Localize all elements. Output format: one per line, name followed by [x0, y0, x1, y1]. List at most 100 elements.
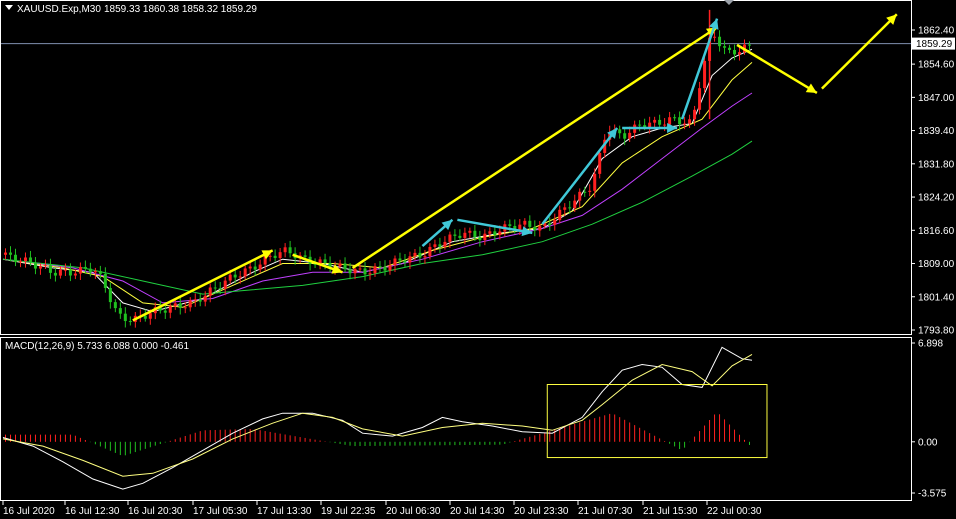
candle-body	[463, 232, 467, 238]
candle-body	[278, 252, 282, 258]
time-tick-label: 20 Jul 23:30	[514, 506, 569, 517]
candle-body	[578, 191, 582, 201]
candle-body	[393, 258, 397, 266]
candle-body	[538, 225, 542, 231]
candle-body	[188, 300, 192, 308]
candle-body	[8, 252, 12, 255]
candle-body	[13, 254, 17, 262]
macd-tick-label: -3.575	[918, 489, 947, 500]
candle-body	[423, 256, 427, 258]
main-plot-frame	[0, 0, 912, 335]
candle-body	[653, 119, 657, 123]
candle-body	[178, 303, 182, 309]
candle-body	[658, 119, 662, 125]
candle-body	[28, 257, 32, 263]
candle-body	[598, 152, 602, 174]
ohlc-readout: 1859.33 1860.38 1858.32 1859.29	[104, 4, 257, 15]
candle-body	[748, 44, 752, 46]
candle-body	[353, 268, 357, 274]
candle-body	[628, 132, 632, 139]
candle-body	[338, 263, 342, 267]
candle-body	[693, 109, 697, 120]
candle-body	[713, 36, 717, 38]
candle-body	[43, 265, 47, 267]
current-price-label: 1859.29	[916, 39, 953, 50]
candle-body	[548, 223, 552, 225]
candle-body	[78, 266, 82, 274]
candle-body	[483, 233, 487, 241]
trading-chart[interactable]: 1862.40 1854.60 1847.00 1839.40 1831.80 1824.…	[0, 0, 956, 519]
price-tick-label: 1862.40	[918, 26, 955, 37]
candle-body	[638, 124, 642, 126]
candle-body	[478, 237, 482, 241]
candle-body	[553, 219, 557, 225]
candle-body	[573, 200, 577, 209]
price-tick-label: 1793.80	[918, 326, 955, 337]
candle-body	[718, 36, 722, 47]
candle-body	[18, 261, 22, 263]
candle-body	[673, 117, 677, 119]
candle-body	[98, 271, 102, 274]
candle-body	[218, 288, 222, 290]
candle-body	[323, 259, 327, 263]
candle-body	[698, 88, 702, 110]
time-tick-label: 16 Jul 12:30	[65, 506, 120, 517]
candle-body	[48, 265, 52, 273]
candle-body	[168, 306, 172, 313]
symbol-label: XAUUSD.Exp,M30	[17, 4, 101, 15]
candle-body	[198, 299, 202, 302]
candle-body	[388, 265, 392, 271]
price-tick-label: 1809.00	[918, 259, 955, 270]
candle-body	[303, 255, 307, 257]
candle-body	[288, 247, 292, 254]
candle-body	[458, 235, 462, 238]
candle-body	[398, 258, 402, 261]
candle-body	[378, 266, 382, 268]
candle-body	[568, 207, 572, 209]
candle-body	[83, 266, 87, 269]
candle-body	[368, 273, 372, 275]
candle-body	[123, 313, 127, 322]
price-tick-label: 1839.40	[918, 126, 955, 137]
candle-body	[448, 234, 452, 242]
time-tick-label: 22 Jul 00:30	[707, 506, 762, 517]
candle-body	[358, 268, 362, 270]
price-tick-label: 1816.60	[918, 226, 955, 237]
candle-body	[678, 117, 682, 125]
candle-body	[498, 231, 502, 236]
candle-body	[173, 303, 177, 307]
candle-body	[88, 268, 92, 273]
macd-plot-frame	[0, 337, 912, 501]
candle-body	[488, 231, 492, 234]
candle-body	[93, 271, 97, 273]
candle-body	[723, 46, 727, 48]
candle-body	[253, 266, 257, 270]
candle-body	[518, 224, 522, 230]
time-tick-label: 20 Jul 06:30	[386, 506, 441, 517]
candle-body	[23, 257, 27, 262]
candle-body	[428, 246, 432, 257]
candle-body	[118, 308, 122, 314]
candle-body	[3, 252, 7, 255]
candle-body	[33, 262, 37, 269]
candle-body	[273, 255, 277, 258]
candle-body	[593, 173, 597, 191]
candle-body	[193, 299, 197, 301]
candle-body	[663, 124, 667, 126]
macd-readout: MACD(12,26,9) 5.733 6.088 0.000 -0.461	[5, 341, 189, 352]
candle-body	[403, 260, 407, 263]
candle-body	[528, 220, 532, 227]
candle-body	[213, 287, 217, 289]
candle-body	[703, 60, 707, 89]
candle-body	[63, 269, 67, 271]
candle-body	[68, 269, 72, 276]
time-tick-label: 16 Jul 2020	[3, 506, 55, 517]
candle-body	[53, 272, 57, 276]
candle-body	[203, 295, 207, 302]
time-tick-label: 19 Jul 22:35	[321, 506, 376, 517]
candle-body	[508, 224, 512, 226]
macd-tick-label: 6.898	[918, 339, 943, 350]
candle-body	[668, 117, 672, 125]
candle-body	[58, 269, 62, 276]
candle-body	[113, 302, 117, 309]
